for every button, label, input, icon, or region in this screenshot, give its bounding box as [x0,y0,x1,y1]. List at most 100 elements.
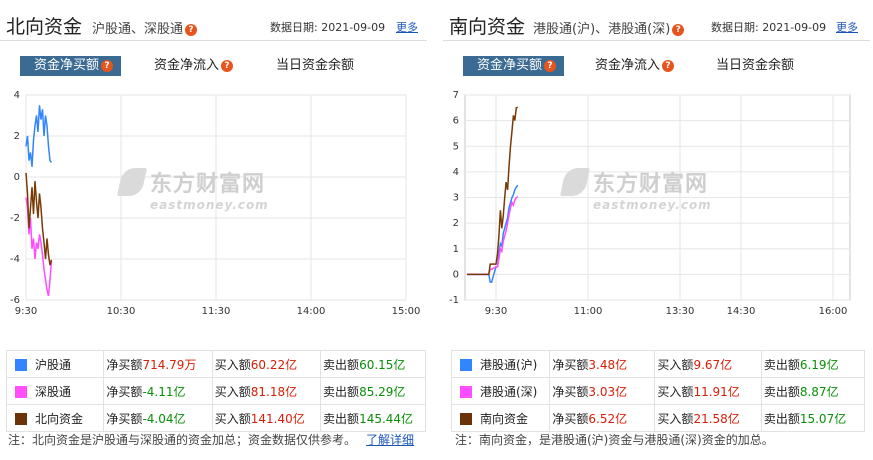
x-tick-label: 16:00 [819,306,848,317]
net-buy-label: 净买额 [106,357,143,372]
tab-balance-label: 当日资金余额 [276,58,355,73]
sell-amount-value: 145.44亿 [359,411,414,426]
y-tick-label: 6 [453,116,459,127]
buy-amount: 买入额60.22亿 [215,358,297,372]
watermark-en: eastmoney.com [150,198,269,212]
buy-amount: 买入额11.91亿 [657,385,739,399]
buy-amount: 买入额141.40亿 [215,412,305,426]
buy-amount-label: 买入额 [214,411,251,426]
buy-cell: 买入额81.18亿 [211,377,322,405]
net-buy: 净买额714.79万 [106,358,196,372]
buy-amount-label: 买入额 [657,384,694,399]
net-buy: 净买额-4.04亿 [106,412,185,426]
row-name: 南向资金 [452,412,528,426]
south-subtitle: 港股通(沪)、港股通(深)? [533,18,685,37]
south-title: 南向资金 [449,16,526,38]
y-tick-label: -2 [10,213,20,224]
buy-amount-label: 买入额 [214,384,251,399]
net-buy-label: 净买额 [552,384,589,399]
help-icon[interactable]: ? [221,59,234,72]
net-buy-label: 净买额 [552,411,589,426]
north-header: 北向资金 沪股通、深股通? 数据日期: 2021-09-09 更多 [0,6,427,41]
help-icon[interactable]: ? [101,59,114,72]
buy-amount: 买入额81.18亿 [215,385,297,399]
north-title: 北向资金 [6,16,83,38]
sell-cell: 卖出额60.15亿 [320,350,426,378]
sell-amount: 卖出额8.87亿 [764,385,839,399]
x-tick-label: 15:00 [392,306,421,317]
south-stats-table: 港股通(沪) 净买额3.48亿 买入额9.67亿 卖出额6.19亿 港股通(深) 净买额3… [450,350,866,432]
buy-cell: 买入额11.91亿 [654,377,762,405]
legend-swatch [15,413,27,425]
sell-amount: 卖出额145.44亿 [323,412,413,426]
y-tick-label: 7 [453,90,459,101]
x-tick-label: 11:00 [574,306,603,317]
stats-row: 南向资金 净买额6.52亿 买入额21.58亿 卖出额15.07亿 [450,404,866,432]
legend-swatch [15,359,27,371]
watermark-cn: 东方财富网 [593,172,709,197]
south-header: 南向资金 港股通(沪)、港股通(深)? 数据日期: 2021-09-09 更多 [443,6,870,41]
buy-amount-value: 60.22亿 [250,357,298,372]
north-subtitle-text: 沪股通、深股通 [92,22,184,37]
tab-net-inflow[interactable]: 资金净流入? [154,56,234,76]
stats-row: 沪股通 净买额714.79万 买入额60.22亿 卖出额60.15亿 [5,350,426,378]
sell-amount: 卖出额15.07亿 [764,412,846,426]
stats-row: 北向资金 净买额-4.04亿 买入额141.40亿 卖出额145.44亿 [5,404,426,432]
y-tick-label: 0 [14,172,20,183]
help-icon[interactable]: ? [662,59,675,72]
name-cell: 深股通 [5,377,105,405]
y-tick-label: 3 [453,193,459,204]
row-label: 港股通(深) [480,384,538,399]
net-cell: 净买额714.79万 [103,350,213,378]
row-name: 深股通 [7,385,71,399]
buy-amount-label: 买入额 [657,411,694,426]
tab-net-inflow-label: 资金净流入 [595,58,661,73]
learn-more-link[interactable]: 了解详细 [366,433,414,447]
sell-cell: 卖出额8.87亿 [760,377,866,405]
net-cell: 净买额3.03亿 [549,377,656,405]
net-buy: 净买额6.52亿 [552,412,627,426]
tab-balance[interactable]: 当日资金余额 [716,56,794,76]
help-icon[interactable]: ? [185,23,198,36]
net-buy-value: 6.52亿 [588,411,628,426]
row-label: 港股通(沪) [480,357,538,372]
buy-amount-value: 9.67亿 [693,357,733,372]
sell-cell: 卖出额6.19亿 [760,350,866,378]
x-tick-label: 10:30 [107,306,136,317]
buy-amount-label: 买入额 [214,357,251,372]
tab-net-buy[interactable]: 资金净买额? [463,56,565,76]
buy-amount-value: 141.40亿 [250,411,305,426]
stats-row: 港股通(沪) 净买额3.48亿 买入额9.67亿 卖出额6.19亿 [450,350,866,378]
sell-amount-label: 卖出额 [763,357,800,372]
net-buy-label: 净买额 [106,411,143,426]
row-label: 北向资金 [35,411,84,426]
buy-amount: 买入额21.58亿 [657,412,739,426]
help-icon[interactable]: ? [544,59,557,72]
tab-net-inflow-label: 资金净流入 [154,58,220,73]
net-buy-value: 3.48亿 [588,357,628,372]
tab-net-buy[interactable]: 资金净买额? [20,56,122,76]
buy-cell: 买入额60.22亿 [211,350,322,378]
net-buy: 净买额-4.11亿 [106,385,185,399]
y-tick-label: -4 [10,254,20,265]
south-more-link[interactable]: 更多 [836,19,858,35]
y-tick-label: 4 [453,167,459,178]
south-chart: 7 6 5 4 3 2 1 0 -1 9:30 11:00 13:30 14:30 16:00 东方财富网… [443,84,870,328]
net-buy-label: 净买额 [552,357,589,372]
help-icon[interactable]: ? [672,23,685,36]
north-more-link[interactable]: 更多 [396,19,418,35]
buy-cell: 买入额21.58亿 [654,404,762,432]
sell-cell: 卖出额145.44亿 [320,404,426,432]
tab-net-inflow[interactable]: 资金净流入? [595,56,675,76]
name-cell: 港股通(沪) [450,350,551,378]
tab-balance[interactable]: 当日资金余额 [276,56,354,76]
row-label: 沪股通 [35,357,72,372]
north-stats-table: 沪股通 净买额714.79万 买入额60.22亿 卖出额60.15亿 深股通 净买额-4.… [5,350,426,432]
sell-amount: 卖出额60.15亿 [323,358,405,372]
sell-amount-value: 15.07亿 [799,411,847,426]
x-tick-label: 14:00 [297,306,326,317]
name-cell: 南向资金 [450,404,551,432]
net-cell: 净买额6.52亿 [549,404,656,432]
tab-balance-label: 当日资金余额 [716,58,795,73]
row-name: 港股通(深) [452,385,537,399]
